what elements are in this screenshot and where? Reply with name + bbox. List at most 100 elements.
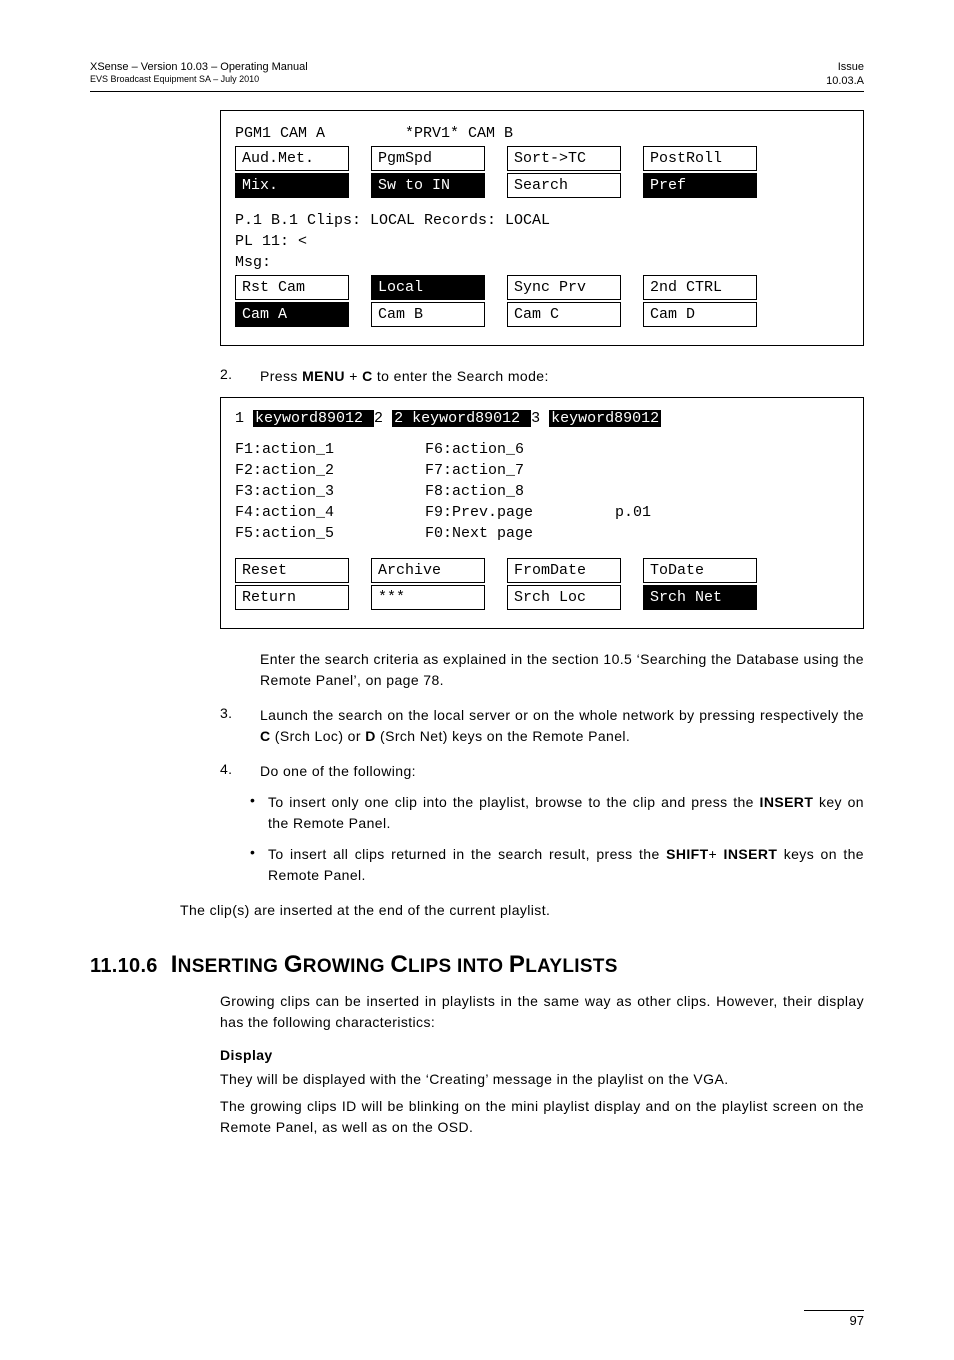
step-2-body: Press MENU + C to enter the Search mode: (260, 366, 864, 387)
search-button[interactable]: Search (507, 173, 621, 198)
b2-c: + (709, 846, 724, 862)
step3-c: (Srch Loc) or (271, 728, 366, 744)
step-4-number: 4. (220, 761, 260, 782)
f3-action: F3:action_3 (235, 481, 425, 502)
return-button[interactable]: Return (235, 585, 349, 610)
section-heading: 11.10.6 INSERTING GROWING CLIPS INTO PLA… (90, 951, 864, 979)
b2-insert: INSERT (724, 846, 778, 862)
aud-met-button[interactable]: Aud.Met. (235, 146, 349, 171)
prv1-label: *PRV1* CAM B (405, 123, 513, 144)
f0-action: F0:Next page (425, 523, 615, 544)
step2-e: to enter the Search mode: (373, 368, 549, 384)
bullet-2-text: To insert all clips returned in the sear… (268, 844, 864, 886)
growing-intro: Growing clips can be inserted in playlis… (220, 991, 864, 1033)
step3-e: (Srch Net) keys on the Remote Panel. (376, 728, 630, 744)
f9-action: F9:Prev.page (425, 502, 615, 523)
keyword-row: 1 keyword89012 2 2 keyword89012 3 keywor… (235, 408, 849, 429)
sync-prv-button[interactable]: Sync Prv (507, 275, 621, 300)
page: XSense – Version 10.03 – Operating Manua… (0, 0, 954, 1360)
pl-line: PL 11: < (235, 231, 849, 252)
bullet-2: • To insert all clips returned in the se… (250, 844, 864, 886)
bullet-1-marker: • (250, 792, 268, 834)
keyword-1: keyword89012 (253, 410, 374, 427)
sw-to-in-button[interactable]: Sw to IN (371, 173, 485, 198)
step-3-number: 3. (220, 705, 260, 747)
step-4-body: Do one of the following: (260, 761, 864, 782)
header-title: XSense – Version 10.03 – Operating Manua… (90, 60, 308, 74)
cam-b-button[interactable]: Cam B (371, 302, 485, 327)
b1-insert: INSERT (760, 794, 814, 810)
display-p1: They will be displayed with the ‘Creatin… (220, 1069, 864, 1090)
display-p2: The growing clips ID will be blinking on… (220, 1096, 864, 1138)
header: XSense – Version 10.03 – Operating Manua… (90, 60, 864, 92)
todate-button[interactable]: ToDate (643, 558, 757, 583)
bullet-1-text: To insert only one clip into the playlis… (268, 792, 864, 834)
pref-button[interactable]: Pref (643, 173, 757, 198)
pgmspd-button[interactable]: PgmSpd (371, 146, 485, 171)
srch-net-button[interactable]: Srch Net (643, 585, 757, 610)
msg-line: Msg: (235, 252, 849, 273)
header-right: Issue 10.03.A (826, 60, 864, 89)
cam-c-button[interactable]: Cam C (507, 302, 621, 327)
content: PGM1 CAM A *PRV1* CAM B Aud.Met. PgmSpd … (220, 110, 864, 886)
keyword-3: keyword89012 (549, 410, 661, 427)
header-left: XSense – Version 10.03 – Operating Manua… (90, 60, 308, 89)
header-issue: Issue (826, 60, 864, 74)
step3-a: Launch the search on the local server or… (260, 707, 864, 723)
step3-d-key: D (365, 728, 376, 744)
f6-action: F6:action_6 (425, 439, 615, 460)
kw-mid: 2 (374, 410, 392, 427)
panel1-title-row: PGM1 CAM A *PRV1* CAM B (235, 123, 849, 144)
section-content: Growing clips can be inserted in playlis… (220, 991, 864, 1138)
cam-d-button[interactable]: Cam D (643, 302, 757, 327)
fromdate-button[interactable]: FromDate (507, 558, 621, 583)
cam-a-button[interactable]: Cam A (235, 302, 349, 327)
f7-action: F7:action_7 (425, 460, 615, 481)
mix-button[interactable]: Mix. (235, 173, 349, 198)
kw-pre-1: 1 (235, 410, 253, 427)
f8-action: F8:action_8 (425, 481, 615, 502)
remote-panel-display-2: 1 keyword89012 2 2 keyword89012 3 keywor… (220, 397, 864, 629)
header-subtitle: EVS Broadcast Equipment SA – July 2010 (90, 74, 308, 86)
second-ctrl-button[interactable]: 2nd CTRL (643, 275, 757, 300)
closing-text: The clip(s) are inserted at the end of t… (180, 900, 864, 921)
pgm1-label: PGM1 CAM A (235, 123, 405, 144)
archive-button[interactable]: Archive (371, 558, 485, 583)
step2-c-key: C (362, 368, 373, 384)
f5-action: F5:action_5 (235, 523, 425, 544)
b2-a: To insert all clips returned in the sear… (268, 846, 666, 862)
actions-mid: F6:action_6 F7:action_7 F8:action_8 F9:P… (425, 439, 615, 544)
b1-a: To insert only one clip into the playlis… (268, 794, 760, 810)
step2-a: Press (260, 368, 302, 384)
sort-tc-button[interactable]: Sort->TC (507, 146, 621, 171)
actions-left: F1:action_1 F2:action_2 F3:action_3 F4:a… (235, 439, 425, 544)
section-number: 11.10.6 (90, 955, 158, 977)
bullet-2-marker: • (250, 844, 268, 886)
actions-right: p.01 (615, 439, 651, 544)
enter-criteria-text: Enter the search criteria as explained i… (260, 649, 864, 691)
srch-loc-button[interactable]: Srch Loc (507, 585, 621, 610)
step-3: 3. Launch the search on the local server… (220, 705, 864, 747)
step-4: 4. Do one of the following: (220, 761, 864, 782)
page-indicator: p.01 (615, 502, 651, 523)
step-2: 2. Press MENU + C to enter the Search mo… (220, 366, 864, 387)
b2-shift: SHIFT (666, 846, 708, 862)
f2-action: F2:action_2 (235, 460, 425, 481)
header-version: 10.03.A (826, 74, 864, 88)
local-button[interactable]: Local (371, 275, 485, 300)
rst-cam-button[interactable]: Rst Cam (235, 275, 349, 300)
actions-grid: F1:action_1 F2:action_2 F3:action_3 F4:a… (235, 439, 849, 544)
step3-c-key: C (260, 728, 271, 744)
step2-c: + (345, 368, 362, 384)
reset-button[interactable]: Reset (235, 558, 349, 583)
clips-line: P.1 B.1 Clips: LOCAL Records: LOCAL (235, 210, 849, 231)
keyword-2: 2 keyword89012 (392, 410, 531, 427)
kw-mid-2: 3 (531, 410, 549, 427)
page-number: 97 (804, 1310, 864, 1328)
f4-action: F4:action_4 (235, 502, 425, 523)
bullet-1: • To insert only one clip into the playl… (250, 792, 864, 834)
postroll-button[interactable]: PostRoll (643, 146, 757, 171)
step2-menu: MENU (302, 368, 345, 384)
stars-button[interactable]: *** (371, 585, 485, 610)
step-2-number: 2. (220, 366, 260, 387)
